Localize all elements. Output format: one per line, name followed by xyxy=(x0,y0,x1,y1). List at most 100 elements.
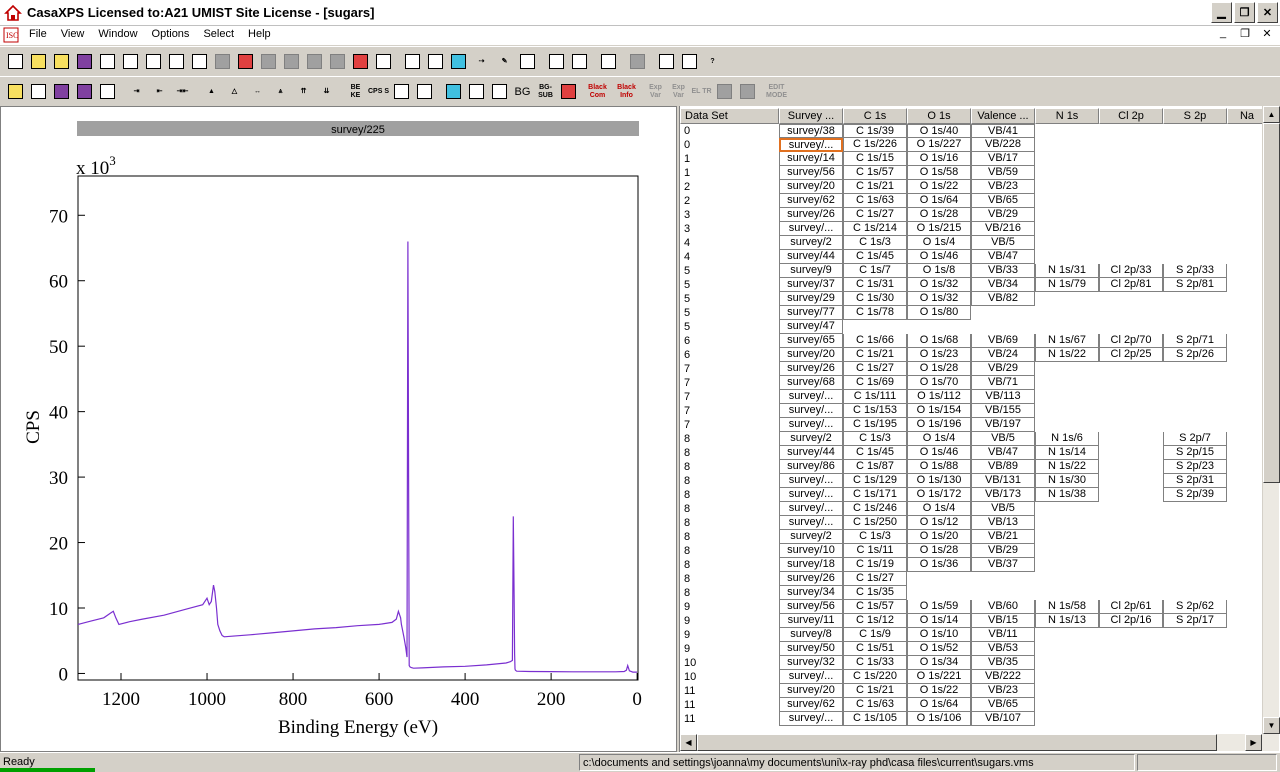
table-cell[interactable]: VB/47 xyxy=(971,250,1035,264)
table-cell[interactable]: O 1s/196 xyxy=(907,418,971,432)
table-cell[interactable]: survey/20 xyxy=(779,180,843,194)
table-row[interactable]: 7 survey/... C 1s/153 O 1s/154 VB/155 xyxy=(680,404,1262,418)
table-cell[interactable]: C 1s/78 xyxy=(843,306,907,320)
table-cell[interactable]: VB/5 xyxy=(971,236,1035,250)
table-cell[interactable]: survey/56 xyxy=(779,600,843,614)
clipboard-icon[interactable] xyxy=(372,50,395,73)
table-cell[interactable]: S 2p/81 xyxy=(1163,278,1227,292)
table-row[interactable]: 7 survey/26 C 1s/27 O 1s/28 VB/29 xyxy=(680,362,1262,376)
table-cell[interactable]: C 1s/11 xyxy=(843,544,907,558)
table-row[interactable]: 8 survey/2 C 1s/3 O 1s/20 VB/21 xyxy=(680,530,1262,544)
iso-disabled3-icon[interactable] xyxy=(280,50,303,73)
table-cell[interactable]: C 1s/39 xyxy=(843,124,907,138)
tile-purple2-icon[interactable] xyxy=(73,80,96,103)
peaks-icon[interactable] xyxy=(390,80,413,103)
print-preview-icon[interactable] xyxy=(678,50,701,73)
table-row[interactable]: 6 survey/65 C 1s/66 O 1s/68 VB/69 N 1s/67 Cl 2… xyxy=(680,334,1262,348)
table-cell[interactable]: C 1s/3 xyxy=(843,236,907,250)
lib-icon[interactable] xyxy=(516,50,539,73)
data-table-panel[interactable]: Data Set Survey ... C 1s O 1s Valence ... N 1… xyxy=(679,106,1280,752)
table-row[interactable]: 9 survey/50 C 1s/51 O 1s/52 VB/53 xyxy=(680,642,1262,656)
table-cell[interactable]: VB/216 xyxy=(971,222,1035,236)
table-cell[interactable]: C 1s/30 xyxy=(843,292,907,306)
table-cell[interactable]: C 1s/57 xyxy=(843,166,907,180)
table-cell[interactable]: VB/59 xyxy=(971,166,1035,180)
double-up-icon[interactable]: ⇈ xyxy=(292,80,315,103)
document-icon[interactable]: ISO xyxy=(3,27,19,43)
table-cell[interactable]: survey/... xyxy=(779,138,843,152)
table-cell[interactable]: VB/107 xyxy=(971,712,1035,726)
table-cell[interactable]: O 1s/227 xyxy=(907,138,971,152)
table-cell[interactable]: O 1s/12 xyxy=(907,516,971,530)
table-cell[interactable]: O 1s/154 xyxy=(907,404,971,418)
table-cell[interactable]: N 1s/6 xyxy=(1035,432,1099,446)
table-cell[interactable]: survey/... xyxy=(779,712,843,726)
table-cell[interactable]: C 1s/226 xyxy=(843,138,907,152)
table-cell[interactable]: survey/32 xyxy=(779,656,843,670)
table-cell[interactable]: survey/... xyxy=(779,404,843,418)
table-cell[interactable]: O 1s/10 xyxy=(907,628,971,642)
table-cell[interactable]: N 1s/13 xyxy=(1035,614,1099,628)
table-cell[interactable]: C 1s/27 xyxy=(843,362,907,376)
table-cell[interactable]: survey/20 xyxy=(779,684,843,698)
table-cell[interactable]: VB/29 xyxy=(971,362,1035,376)
table-cell[interactable]: N 1s/22 xyxy=(1035,460,1099,474)
table-cell[interactable]: O 1s/59 xyxy=(907,600,971,614)
table-cell[interactable]: VB/82 xyxy=(971,292,1035,306)
table-cell[interactable]: survey/77 xyxy=(779,306,843,320)
table-cell[interactable]: Cl 2p/81 xyxy=(1099,278,1163,292)
table-cell[interactable]: O 1s/64 xyxy=(907,194,971,208)
table-cell[interactable]: O 1s/112 xyxy=(907,390,971,404)
table-cell[interactable]: N 1s/30 xyxy=(1035,474,1099,488)
menu-options[interactable]: Options xyxy=(145,28,197,40)
copy4-icon[interactable] xyxy=(165,50,188,73)
table-cell[interactable]: survey/... xyxy=(779,474,843,488)
table-cell[interactable]: O 1s/215 xyxy=(907,222,971,236)
table-cell[interactable]: O 1s/46 xyxy=(907,446,971,460)
data-grid[interactable]: Data Set Survey ... C 1s O 1s Valence ... N 1… xyxy=(680,106,1262,734)
copy-icon[interactable] xyxy=(96,50,119,73)
table-cell[interactable]: S 2p/23 xyxy=(1163,460,1227,474)
peak-icon[interactable]: ⩓ xyxy=(269,80,292,103)
table-cell[interactable]: C 1s/250 xyxy=(843,516,907,530)
table-cell[interactable]: survey/2 xyxy=(779,236,843,250)
table-cell[interactable]: C 1s/35 xyxy=(843,586,907,600)
table-cell[interactable]: VB/173 xyxy=(971,488,1035,502)
table-cell[interactable]: VB/53 xyxy=(971,642,1035,656)
table-cell[interactable]: survey/2 xyxy=(779,530,843,544)
scroll-left-icon[interactable]: ◀ xyxy=(680,734,697,751)
table-cell[interactable]: C 1s/21 xyxy=(843,348,907,362)
table-cell[interactable]: C 1s/220 xyxy=(843,670,907,684)
spectrum-view-icon[interactable] xyxy=(413,80,436,103)
spectrum-panel[interactable]: survey/225 x 103 0 10 20 30 40 50 60 70 1200 100… xyxy=(0,106,677,752)
table-cell[interactable]: S 2p/26 xyxy=(1163,348,1227,362)
table-cell[interactable]: VB/5 xyxy=(971,502,1035,516)
print-icon[interactable] xyxy=(655,50,678,73)
table-row[interactable]: 8 survey/... C 1s/171 O 1s/172 VB/173 N 1s/38… xyxy=(680,488,1262,502)
table-row[interactable]: 8 survey/34 C 1s/35 xyxy=(680,586,1262,600)
table-row[interactable]: 9 survey/11 C 1s/12 O 1s/14 VB/15 N 1s/13 Cl 2… xyxy=(680,614,1262,628)
table-cell[interactable]: survey/... xyxy=(779,670,843,684)
table-cell[interactable]: VB/89 xyxy=(971,460,1035,474)
table-row[interactable]: 4 survey/44 C 1s/45 O 1s/46 VB/47 xyxy=(680,250,1262,264)
table-row[interactable]: 5 survey/9 C 1s/7 O 1s/8 VB/33 N 1s/31 Cl 2p/3… xyxy=(680,264,1262,278)
column-header[interactable]: Na xyxy=(1227,108,1262,124)
table-row[interactable]: 11 survey/20 C 1s/21 O 1s/22 VB/23 xyxy=(680,684,1262,698)
table-cell[interactable]: O 1s/32 xyxy=(907,292,971,306)
table-row[interactable]: 0 survey/... C 1s/226 O 1s/227 VB/228 xyxy=(680,138,1262,152)
table-cell[interactable]: C 1s/3 xyxy=(843,432,907,446)
table-cell[interactable]: VB/13 xyxy=(971,516,1035,530)
an-icon[interactable] xyxy=(557,80,580,103)
table-cell[interactable]: VB/34 xyxy=(971,278,1035,292)
table-cell[interactable]: C 1s/9 xyxy=(843,628,907,642)
table-cell[interactable]: VB/131 xyxy=(971,474,1035,488)
table-cell[interactable]: VB/29 xyxy=(971,544,1035,558)
exp-var2-button[interactable]: Exp Var xyxy=(667,80,690,103)
table-cell[interactable]: VB/15 xyxy=(971,614,1035,628)
table-cell[interactable]: VB/197 xyxy=(971,418,1035,432)
table-cell[interactable]: S 2p/39 xyxy=(1163,488,1227,502)
table-cell[interactable]: C 1s/87 xyxy=(843,460,907,474)
table-cell[interactable]: survey/26 xyxy=(779,572,843,586)
bg-sub-button[interactable]: BG- SUB xyxy=(534,80,557,103)
table-cell[interactable]: O 1s/36 xyxy=(907,558,971,572)
